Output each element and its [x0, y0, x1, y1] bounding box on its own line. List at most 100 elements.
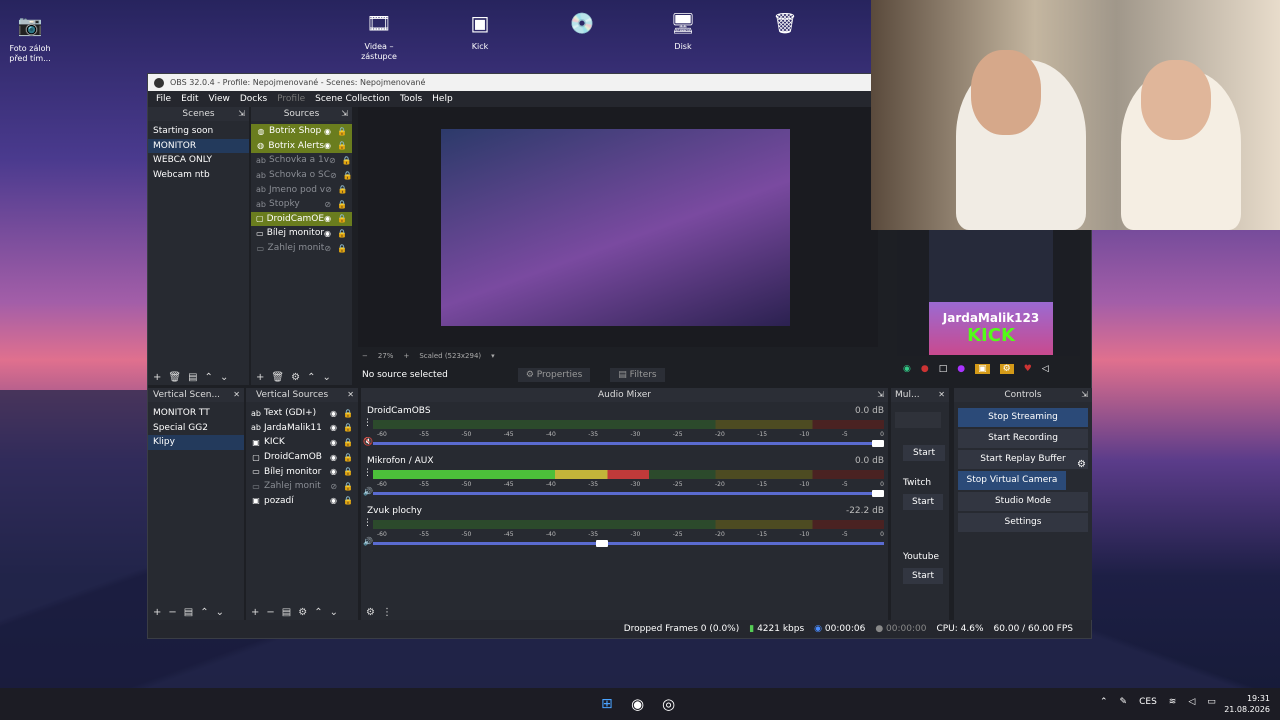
- settings-button[interactable]: Settings: [958, 513, 1088, 532]
- source-item[interactable]: ▣ pozadí ◉ 🔒: [246, 494, 358, 509]
- remove-icon[interactable]: −: [168, 607, 176, 618]
- recycle-bin-desktop-shortcut[interactable]: 🗑: [755, 8, 815, 42]
- properties-button[interactable]: ⚙ Properties: [517, 368, 591, 382]
- scene-item[interactable]: MONITOR TT: [148, 406, 244, 421]
- scene-item[interactable]: Webcam ntb: [148, 168, 249, 183]
- pen-icon[interactable]: ✎: [1120, 697, 1128, 707]
- menu-tools[interactable]: Tools: [395, 94, 427, 104]
- volume-handle[interactable]: [872, 490, 884, 497]
- eye-icon[interactable]: ◉: [330, 438, 337, 447]
- up-icon[interactable]: ⌃: [205, 372, 213, 383]
- scene-item[interactable]: Starting soon: [148, 124, 249, 139]
- down-icon[interactable]: ⌄: [322, 372, 330, 383]
- source-item[interactable]: ab JardaMalik11 ◉ 🔒: [246, 421, 358, 436]
- lock-icon[interactable]: 🔒: [343, 467, 353, 476]
- speaker-icon[interactable]: 🔊: [363, 537, 373, 546]
- lock-icon[interactable]: 🔒: [337, 214, 347, 223]
- record-icon[interactable]: ●: [921, 364, 929, 374]
- lock-icon[interactable]: 🔒: [343, 409, 353, 418]
- mixer-settings-icon[interactable]: ⚙: [366, 607, 375, 618]
- muted-speaker-icon[interactable]: 🔇: [363, 437, 373, 446]
- lock-icon[interactable]: 🔒: [337, 229, 347, 238]
- add-icon[interactable]: +: [251, 607, 259, 618]
- source-item[interactable]: ▭ Zahlej monit ⊘ 🔒: [251, 241, 352, 256]
- kick-desktop-shortcut[interactable]: ▣ Kick: [450, 8, 510, 52]
- channel-menu-icon[interactable]: ⋮: [363, 518, 372, 528]
- filter-icon[interactable]: ▤: [184, 607, 193, 618]
- program-preview[interactable]: − 27% + Scaled (523x294) ▾: [358, 107, 878, 360]
- source-item[interactable]: ◍ Botrix Shop ◉ 🔒: [251, 124, 352, 139]
- lock-icon[interactable]: 🔒: [337, 200, 347, 209]
- stream-icon[interactable]: ◉: [903, 364, 911, 374]
- zoom-out-button[interactable]: −: [362, 352, 368, 360]
- clock[interactable]: 19:31 21.08.2026: [1224, 693, 1270, 715]
- eye-icon[interactable]: ◉: [330, 423, 337, 432]
- lock-icon[interactable]: 🔒: [343, 171, 352, 180]
- lock-icon[interactable]: 🔒: [343, 482, 353, 491]
- menu-profile[interactable]: Profile: [272, 94, 310, 104]
- eye-off-icon[interactable]: ⊘: [324, 200, 331, 209]
- source-item[interactable]: ab Schovka a 1v ⊘ 🔒: [251, 153, 352, 168]
- virtual-camera-settings-icon[interactable]: ⚙: [1077, 459, 1086, 470]
- filters-button[interactable]: ▤ Filters: [610, 368, 665, 382]
- obs-taskbar-icon[interactable]: ◎: [662, 695, 675, 713]
- add-icon[interactable]: +: [153, 607, 161, 618]
- gear-icon[interactable]: ⚙: [291, 372, 300, 383]
- source-item[interactable]: ◍ Botrix Alerts ◉ 🔒: [251, 138, 352, 154]
- source-item[interactable]: ab Text (GDI+) ◉ 🔒: [246, 406, 358, 421]
- source-item[interactable]: ▭ Bílej monitor ◉ 🔒: [251, 226, 352, 241]
- up-icon[interactable]: ⌃: [307, 372, 315, 383]
- source-item[interactable]: ab Schovka o SC ⊘ 🔒: [251, 168, 352, 183]
- menu-view[interactable]: View: [204, 94, 235, 104]
- disc-desktop-shortcut[interactable]: 💿: [552, 8, 612, 42]
- lock-icon[interactable]: 🔒: [337, 244, 347, 253]
- eye-icon[interactable]: ◉: [330, 453, 337, 462]
- gear-icon[interactable]: ⚙: [999, 364, 1014, 374]
- menu-scene-collection[interactable]: Scene Collection: [310, 94, 395, 104]
- lock-icon[interactable]: 🔒: [338, 185, 348, 194]
- source-item[interactable]: ab Stopky ⊘ 🔒: [251, 197, 352, 212]
- source-item[interactable]: ▭ Zahlej monit ⊘ 🔒: [246, 479, 358, 494]
- source-item[interactable]: ▣ KICK ◉ 🔒: [246, 435, 358, 450]
- eye-icon[interactable]: ◉: [330, 496, 337, 505]
- channel-menu-icon[interactable]: ⋮: [363, 468, 372, 478]
- heart-icon[interactable]: ♥: [1024, 364, 1032, 374]
- eye-off-icon[interactable]: ⊘: [325, 185, 332, 194]
- down-icon[interactable]: ⌄: [216, 607, 224, 618]
- lock-icon[interactable]: 🔒: [343, 496, 353, 505]
- gear-icon[interactable]: ⚙: [298, 607, 307, 618]
- down-icon[interactable]: ⌄: [330, 607, 338, 618]
- clip-icon[interactable]: ▣: [975, 364, 990, 374]
- chevron-up-icon[interactable]: ⌃: [1100, 697, 1108, 707]
- add-icon[interactable]: +: [256, 372, 264, 383]
- chevron-down-icon[interactable]: ▾: [491, 352, 495, 360]
- chrome-icon[interactable]: ◉: [631, 695, 644, 713]
- eye-icon[interactable]: ◉: [324, 229, 331, 238]
- eye-icon[interactable]: ◉: [330, 467, 337, 476]
- lock-icon[interactable]: 🔒: [337, 141, 347, 150]
- scale-mode[interactable]: Scaled (523x294): [419, 352, 481, 360]
- scene-item[interactable]: MONITOR: [148, 138, 249, 154]
- scene-item[interactable]: Special GG2: [148, 421, 244, 436]
- scene-item[interactable]: WEBCA ONLY: [148, 153, 249, 168]
- volume-slider[interactable]: [373, 540, 884, 547]
- pause-icon[interactable]: □: [939, 364, 948, 374]
- up-icon[interactable]: ⌃: [200, 607, 208, 618]
- volume-slider[interactable]: [373, 490, 884, 497]
- eye-off-icon[interactable]: ⊘: [324, 244, 331, 253]
- eye-off-icon[interactable]: ⊘: [330, 482, 337, 491]
- lock-icon[interactable]: 🔒: [337, 127, 347, 136]
- volume-handle[interactable]: [596, 540, 609, 547]
- multi-start-button-1[interactable]: Start: [903, 445, 945, 461]
- channel-menu-icon[interactable]: ⋮: [363, 418, 372, 428]
- speaker-icon[interactable]: ◁: [1188, 697, 1195, 707]
- lock-icon[interactable]: 🔒: [343, 453, 353, 462]
- eye-icon[interactable]: ◉: [330, 409, 337, 418]
- stop-virtual-camera-button[interactable]: Stop Virtual Camera: [958, 471, 1066, 490]
- filter-icon[interactable]: ▤: [282, 607, 291, 618]
- trash-icon[interactable]: 🗑: [271, 372, 284, 383]
- studio-mode-button[interactable]: Studio Mode: [958, 492, 1088, 511]
- virtual-cam-icon[interactable]: ●: [957, 364, 965, 374]
- youtube-start-button[interactable]: Start: [903, 568, 943, 584]
- source-item[interactable]: ▭ Bílej monitor ◉ 🔒: [246, 464, 358, 479]
